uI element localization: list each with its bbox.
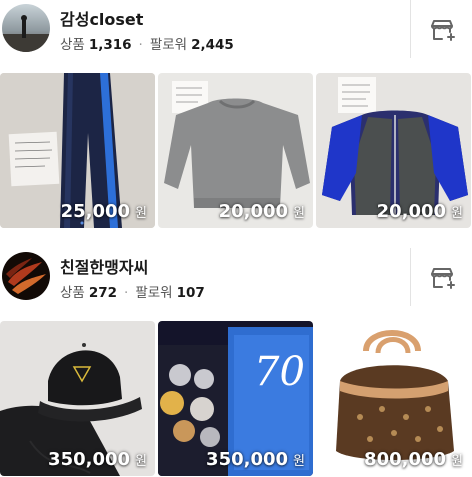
shop-stats: 상품 272 · 팔로워 107	[60, 281, 205, 301]
followers-label: 팔로워	[149, 37, 188, 53]
shop-name[interactable]: 감성closet	[60, 6, 143, 30]
product-price: 25,000 원	[61, 201, 147, 222]
product-tile[interactable]: 800,000 원	[316, 321, 471, 476]
store-icon	[431, 20, 455, 41]
price-currency: 원	[293, 454, 305, 469]
product-tile[interactable]: 20,000 원	[316, 73, 471, 228]
price-value: 800,000	[364, 449, 447, 470]
price-currency: 원	[293, 206, 305, 221]
price-currency: 원	[451, 454, 463, 469]
price-currency: 원	[451, 206, 463, 221]
price-value: 20,000	[376, 201, 447, 222]
product-tile[interactable]: 25,000 원	[0, 73, 155, 228]
product-price: 800,000 원	[364, 449, 463, 470]
price-value: 20,000	[218, 201, 289, 222]
shop-header[interactable]: 친절한맹자씨 상품 272 · 팔로워 107	[0, 248, 472, 318]
price-currency: 원	[135, 206, 147, 221]
products-label: 상품	[60, 37, 85, 53]
product-price: 350,000 원	[48, 449, 147, 470]
book-number-text: 70	[254, 349, 305, 395]
product-tile[interactable]: 350,000 원	[0, 321, 155, 476]
shop-card: 친절한맹자씨 상품 272 · 팔로워 107 350,000 원 70 350…	[0, 248, 472, 476]
product-price: 20,000 원	[377, 201, 463, 222]
products-count: 272	[88, 285, 118, 301]
shop-name[interactable]: 친절한맹자씨	[60, 254, 148, 278]
price-value: 350,000	[206, 449, 289, 470]
shop-stats: 상품 1,316 · 팔로워 2,445	[60, 33, 234, 53]
separator-dot: ·	[124, 285, 129, 301]
followers-label: 팔로워	[135, 285, 173, 301]
shop-header[interactable]: 감성closet 상품 1,316 · 팔로워 2,445	[0, 0, 472, 70]
header-divider	[410, 248, 411, 306]
header-divider	[410, 0, 411, 58]
product-tile[interactable]: 20,000 원	[158, 73, 313, 228]
followers-count: 2,445	[191, 37, 234, 53]
price-value: 25,000	[60, 201, 131, 222]
product-price: 20,000 원	[219, 201, 305, 222]
products-label: 상품	[60, 285, 85, 301]
products-count: 1,316	[88, 37, 132, 53]
product-price: 350,000 원	[206, 449, 305, 470]
store-button[interactable]	[424, 260, 460, 296]
store-icon	[431, 268, 455, 289]
product-row: 350,000 원 70 350,000 원 800,000 원	[0, 321, 472, 476]
followers-count: 107	[176, 285, 205, 301]
store-button[interactable]	[424, 12, 460, 48]
product-row: 25,000 원 20,000 원 20,000 원	[0, 73, 472, 228]
product-tile[interactable]: 70 350,000 원	[158, 321, 313, 476]
shop-avatar[interactable]	[2, 4, 50, 52]
price-value: 350,000	[48, 449, 131, 470]
price-currency: 원	[135, 454, 147, 469]
separator-dot: ·	[138, 37, 143, 53]
shop-card: 감성closet 상품 1,316 · 팔로워 2,445 25,000 원 2…	[0, 0, 472, 228]
shop-avatar[interactable]	[2, 252, 50, 300]
